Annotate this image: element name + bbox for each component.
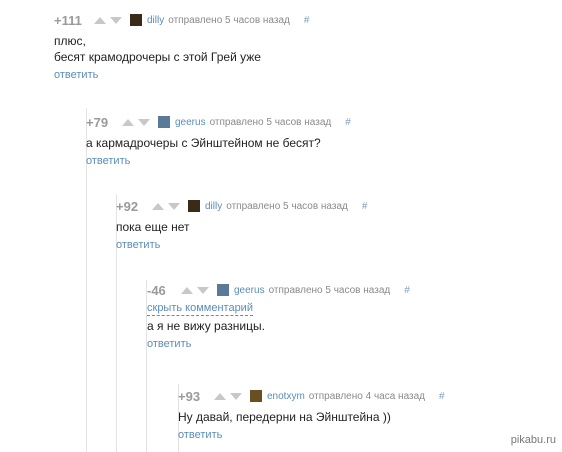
user-avatar[interactable] bbox=[130, 14, 142, 26]
posted-time: отправлено 4 часа назад bbox=[308, 390, 426, 402]
vote-arrows bbox=[181, 286, 209, 294]
upvote-arrow-icon[interactable] bbox=[94, 16, 106, 24]
comment-meta: -46 geerus отправлено 5 часов назад # bbox=[147, 282, 410, 298]
site-watermark-logo: pikabu.ru bbox=[510, 434, 556, 446]
comment-line: Ну давай, передерни на Эйнштейна )) bbox=[178, 410, 391, 424]
username-link[interactable]: geerus bbox=[175, 117, 206, 128]
user-avatar[interactable] bbox=[250, 390, 262, 402]
downvote-arrow-icon[interactable] bbox=[197, 286, 209, 294]
reply-link[interactable]: ответить bbox=[116, 239, 160, 251]
downvote-arrow-icon[interactable] bbox=[168, 202, 180, 210]
reply-link[interactable]: ответить bbox=[147, 338, 191, 350]
username-link[interactable]: geerus bbox=[234, 285, 265, 296]
comment-rating: +93 bbox=[178, 388, 201, 404]
comment-text: плюс, бесят крамодрочеры с этой Грей уже bbox=[54, 33, 309, 65]
comment-rating: +92 bbox=[116, 198, 139, 214]
username-link[interactable]: dilly bbox=[147, 15, 164, 26]
hide-comment-link[interactable]: скрыть комментарий bbox=[147, 302, 253, 316]
permalink-hash[interactable]: # bbox=[404, 285, 410, 296]
vote-arrows bbox=[152, 202, 180, 210]
user-avatar[interactable] bbox=[217, 284, 229, 296]
reply-link[interactable]: ответить bbox=[54, 69, 98, 81]
permalink-hash[interactable]: # bbox=[439, 391, 445, 402]
comment-line: а кармадрочеры с Эйнштейном не бесят? bbox=[86, 136, 321, 150]
comment-meta: +111 dilly отправлено 5 часов назад # bbox=[54, 12, 309, 28]
username-link[interactable]: enotxym bbox=[267, 391, 305, 402]
upvote-arrow-icon[interactable] bbox=[122, 118, 134, 126]
comment: +92 dilly отправлено 5 часов назад # пок… bbox=[116, 198, 367, 253]
comment: -46 geerus отправлено 5 часов назад # ск… bbox=[147, 282, 410, 352]
permalink-hash[interactable]: # bbox=[345, 117, 351, 128]
comment-rating: +111 bbox=[54, 12, 82, 28]
comment-rating: -46 bbox=[147, 282, 166, 298]
user-avatar[interactable] bbox=[188, 200, 200, 212]
comment-line: бесят крамодрочеры с этой Грей уже bbox=[54, 50, 261, 64]
vote-arrows bbox=[94, 16, 122, 24]
user-avatar[interactable] bbox=[158, 116, 170, 128]
comment-rating: +79 bbox=[86, 114, 109, 130]
downvote-arrow-icon[interactable] bbox=[110, 16, 122, 24]
comment-text: а я не вижу разницы. bbox=[147, 318, 410, 334]
comment-meta: +92 dilly отправлено 5 часов назад # bbox=[116, 198, 367, 214]
comment-text: Ну давай, передерни на Эйнштейна )) bbox=[178, 409, 445, 425]
comment: +93 enotxym отправлено 4 часа назад # Ну… bbox=[178, 388, 445, 443]
posted-time: отправлено 5 часов назад bbox=[168, 14, 290, 26]
upvote-arrow-icon[interactable] bbox=[214, 392, 226, 400]
comment-text: пока еще нет bbox=[116, 219, 367, 235]
reply-link[interactable]: ответить bbox=[86, 155, 130, 167]
upvote-arrow-icon[interactable] bbox=[181, 286, 193, 294]
comment-text: а кармадрочеры с Эйнштейном не бесят? bbox=[86, 135, 351, 151]
permalink-hash[interactable]: # bbox=[304, 15, 310, 26]
posted-time: отправлено 5 часов назад bbox=[268, 284, 391, 296]
comment-line: а я не вижу разницы. bbox=[147, 319, 265, 333]
comment-line: пока еще нет bbox=[116, 220, 190, 234]
comment: +79 geerus отправлено 5 часов назад # а … bbox=[86, 114, 351, 169]
comment-meta: +93 enotxym отправлено 4 часа назад # bbox=[178, 388, 445, 404]
username-link[interactable]: dilly bbox=[205, 201, 222, 212]
downvote-arrow-icon[interactable] bbox=[138, 118, 150, 126]
upvote-arrow-icon[interactable] bbox=[152, 202, 164, 210]
comment-meta: +79 geerus отправлено 5 часов назад # bbox=[86, 114, 351, 130]
comment: +111 dilly отправлено 5 часов назад # пл… bbox=[54, 12, 309, 83]
vote-arrows bbox=[214, 392, 242, 400]
posted-time: отправлено 5 часов назад bbox=[209, 116, 332, 128]
permalink-hash[interactable]: # bbox=[362, 201, 368, 212]
comment-line: плюс, bbox=[54, 34, 86, 48]
posted-time: отправлено 5 часов назад bbox=[226, 200, 348, 212]
reply-link[interactable]: ответить bbox=[178, 429, 222, 441]
downvote-arrow-icon[interactable] bbox=[230, 392, 242, 400]
vote-arrows bbox=[122, 118, 150, 126]
